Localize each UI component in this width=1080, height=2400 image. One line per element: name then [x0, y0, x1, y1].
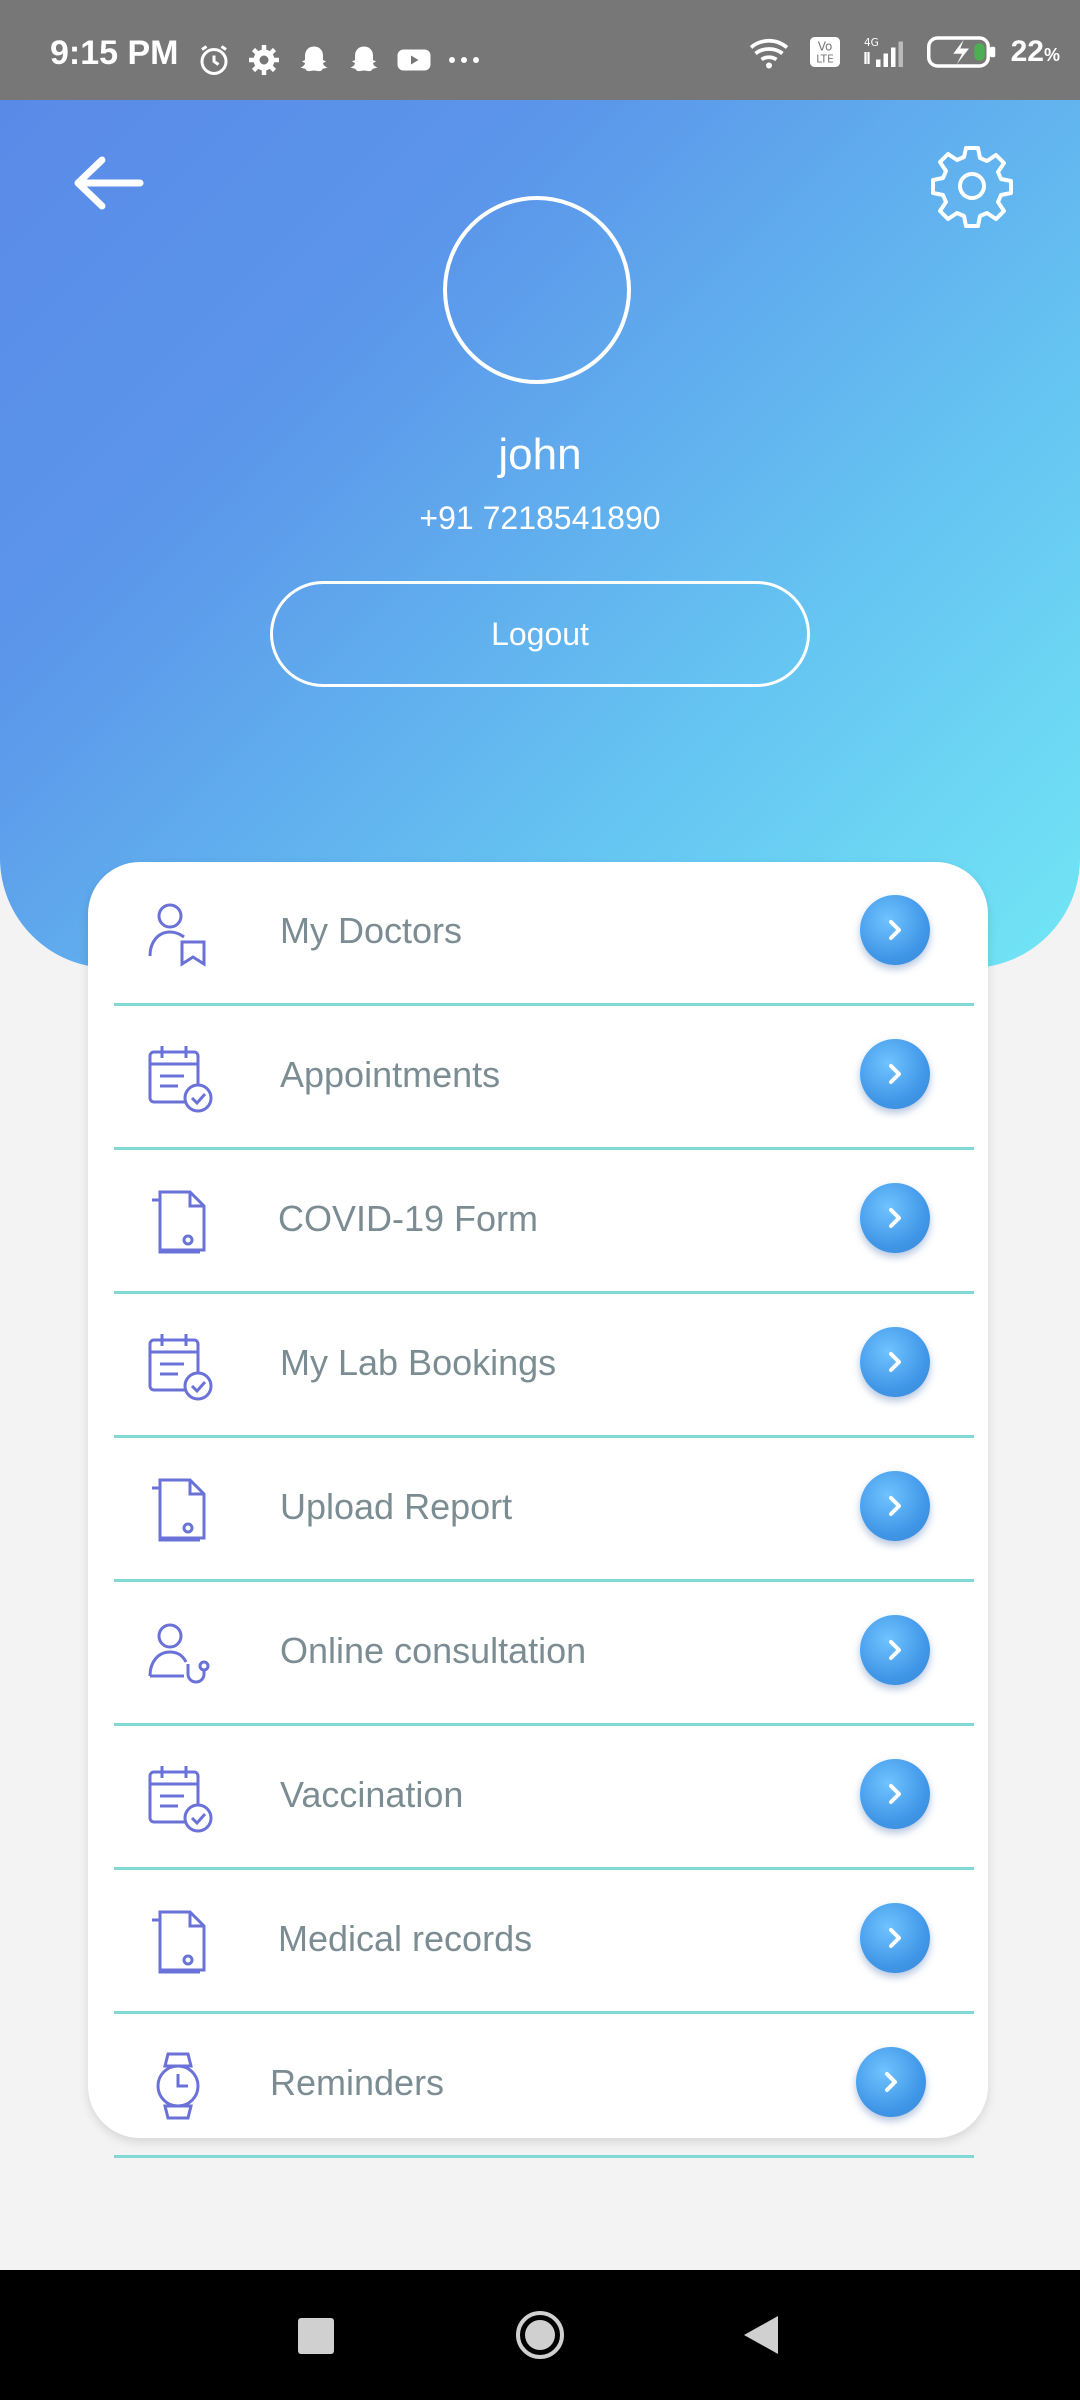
chevron-right-icon — [889, 1640, 901, 1660]
snapchat-icon — [350, 46, 378, 72]
menu-arrow-button[interactable] — [856, 2047, 926, 2117]
calendar-check-icon — [148, 1766, 213, 1833]
home-button[interactable] — [515, 2310, 565, 2360]
calendar-check-icon — [148, 1046, 213, 1113]
menu-item-label: COVID-19 Form — [278, 1198, 539, 1239]
settings-button[interactable] — [930, 144, 1014, 228]
menu-arrow-button[interactable] — [860, 1039, 930, 1109]
menu-arrow-button[interactable] — [860, 1471, 930, 1541]
chevron-right-icon — [889, 1208, 901, 1228]
svg-text:Vo: Vo — [817, 40, 832, 54]
menu-card: My Doctors Appointments COVID-19 Form My… — [88, 862, 988, 2158]
svg-text:LTE: LTE — [816, 54, 833, 66]
calendar-check-icon — [148, 1334, 213, 1401]
status-bar: 9:15 PM Vo LTE 4G 22% — [0, 0, 1080, 100]
menu-item-covid-form[interactable]: COVID-19 Form — [114, 1150, 974, 1294]
system-nav-bar — [0, 2270, 1080, 2400]
chevron-right-icon — [889, 1064, 901, 1084]
menu-item-label: Vaccination — [280, 1774, 464, 1815]
menu-item-label: Medical records — [278, 1918, 533, 1959]
menu-item-medical-records[interactable]: Medical records — [114, 1870, 974, 2014]
menu-arrow-button[interactable] — [860, 1615, 930, 1685]
doctor-icon — [148, 903, 206, 967]
volte-icon: VoLTE — [809, 37, 840, 67]
menu-item-label: My Lab Bookings — [280, 1342, 557, 1383]
chevron-right-icon — [889, 920, 901, 940]
profile-name: john — [498, 430, 582, 479]
more-dots-icon — [449, 57, 479, 63]
menu-item-label: Appointments — [280, 1054, 501, 1095]
signal-4g-icon: 4G — [864, 37, 903, 67]
wifi-icon — [749, 38, 788, 69]
menu-item-label: Upload Report — [280, 1486, 513, 1527]
avatar — [443, 196, 631, 384]
menu-list: My Doctors Appointments COVID-19 Form My… — [114, 862, 974, 2158]
snapchat-icon — [300, 46, 328, 72]
watch-icon — [156, 2052, 200, 2120]
logout-button[interactable]: Logout — [270, 581, 810, 687]
menu-item-lab-bookings[interactable]: My Lab Bookings — [114, 1294, 974, 1438]
system-icons: Vo LTE 4G 22% — [745, 34, 1060, 70]
youtube-icon — [397, 49, 431, 71]
menu-item-appointments[interactable]: Appointments — [114, 1006, 974, 1150]
menu-item-label: Online consultation — [280, 1630, 587, 1671]
nav-back-button[interactable] — [742, 2314, 780, 2356]
menu-item-reminders[interactable]: Reminders — [114, 2014, 974, 2158]
consultation-icon — [148, 1623, 210, 1684]
notification-icons — [196, 42, 482, 78]
alarm-icon — [200, 45, 228, 75]
menu-item-upload-report[interactable]: Upload Report — [114, 1438, 974, 1582]
back-button[interactable] — [68, 150, 148, 216]
menu-item-vaccination[interactable]: Vaccination — [114, 1726, 974, 1870]
menu-item-online-consultation[interactable]: Online consultation — [114, 1582, 974, 1726]
recents-button[interactable] — [298, 2318, 334, 2354]
document-icon — [152, 1910, 206, 1974]
menu-item-label: Reminders — [270, 2062, 445, 2103]
chevron-right-icon — [885, 2072, 897, 2092]
profile-phone: +91 7218541890 — [419, 500, 661, 536]
chevron-right-icon — [889, 1784, 901, 1804]
arrow-left-icon — [74, 156, 144, 210]
battery-level: 22% — [1010, 35, 1060, 68]
status-time: 9:15 PM — [50, 34, 179, 72]
menu-item-label: My Doctors — [280, 910, 463, 951]
menu-arrow-button[interactable] — [860, 895, 930, 965]
svg-text:4G: 4G — [864, 37, 879, 49]
menu-arrow-button[interactable] — [860, 1183, 930, 1253]
gear-icon — [931, 146, 1013, 228]
battery-charging-icon — [926, 36, 995, 68]
chevron-right-icon — [889, 1352, 901, 1372]
menu-arrow-button[interactable] — [860, 1903, 930, 1973]
document-icon — [152, 1190, 206, 1254]
document-icon — [152, 1478, 206, 1542]
menu-arrow-button[interactable] — [860, 1759, 930, 1829]
gear-icon — [249, 45, 279, 75]
chevron-right-icon — [889, 1928, 901, 1948]
menu-arrow-button[interactable] — [860, 1327, 930, 1397]
chevron-right-icon — [889, 1496, 901, 1516]
menu-item-my-doctors[interactable]: My Doctors — [114, 862, 974, 1006]
